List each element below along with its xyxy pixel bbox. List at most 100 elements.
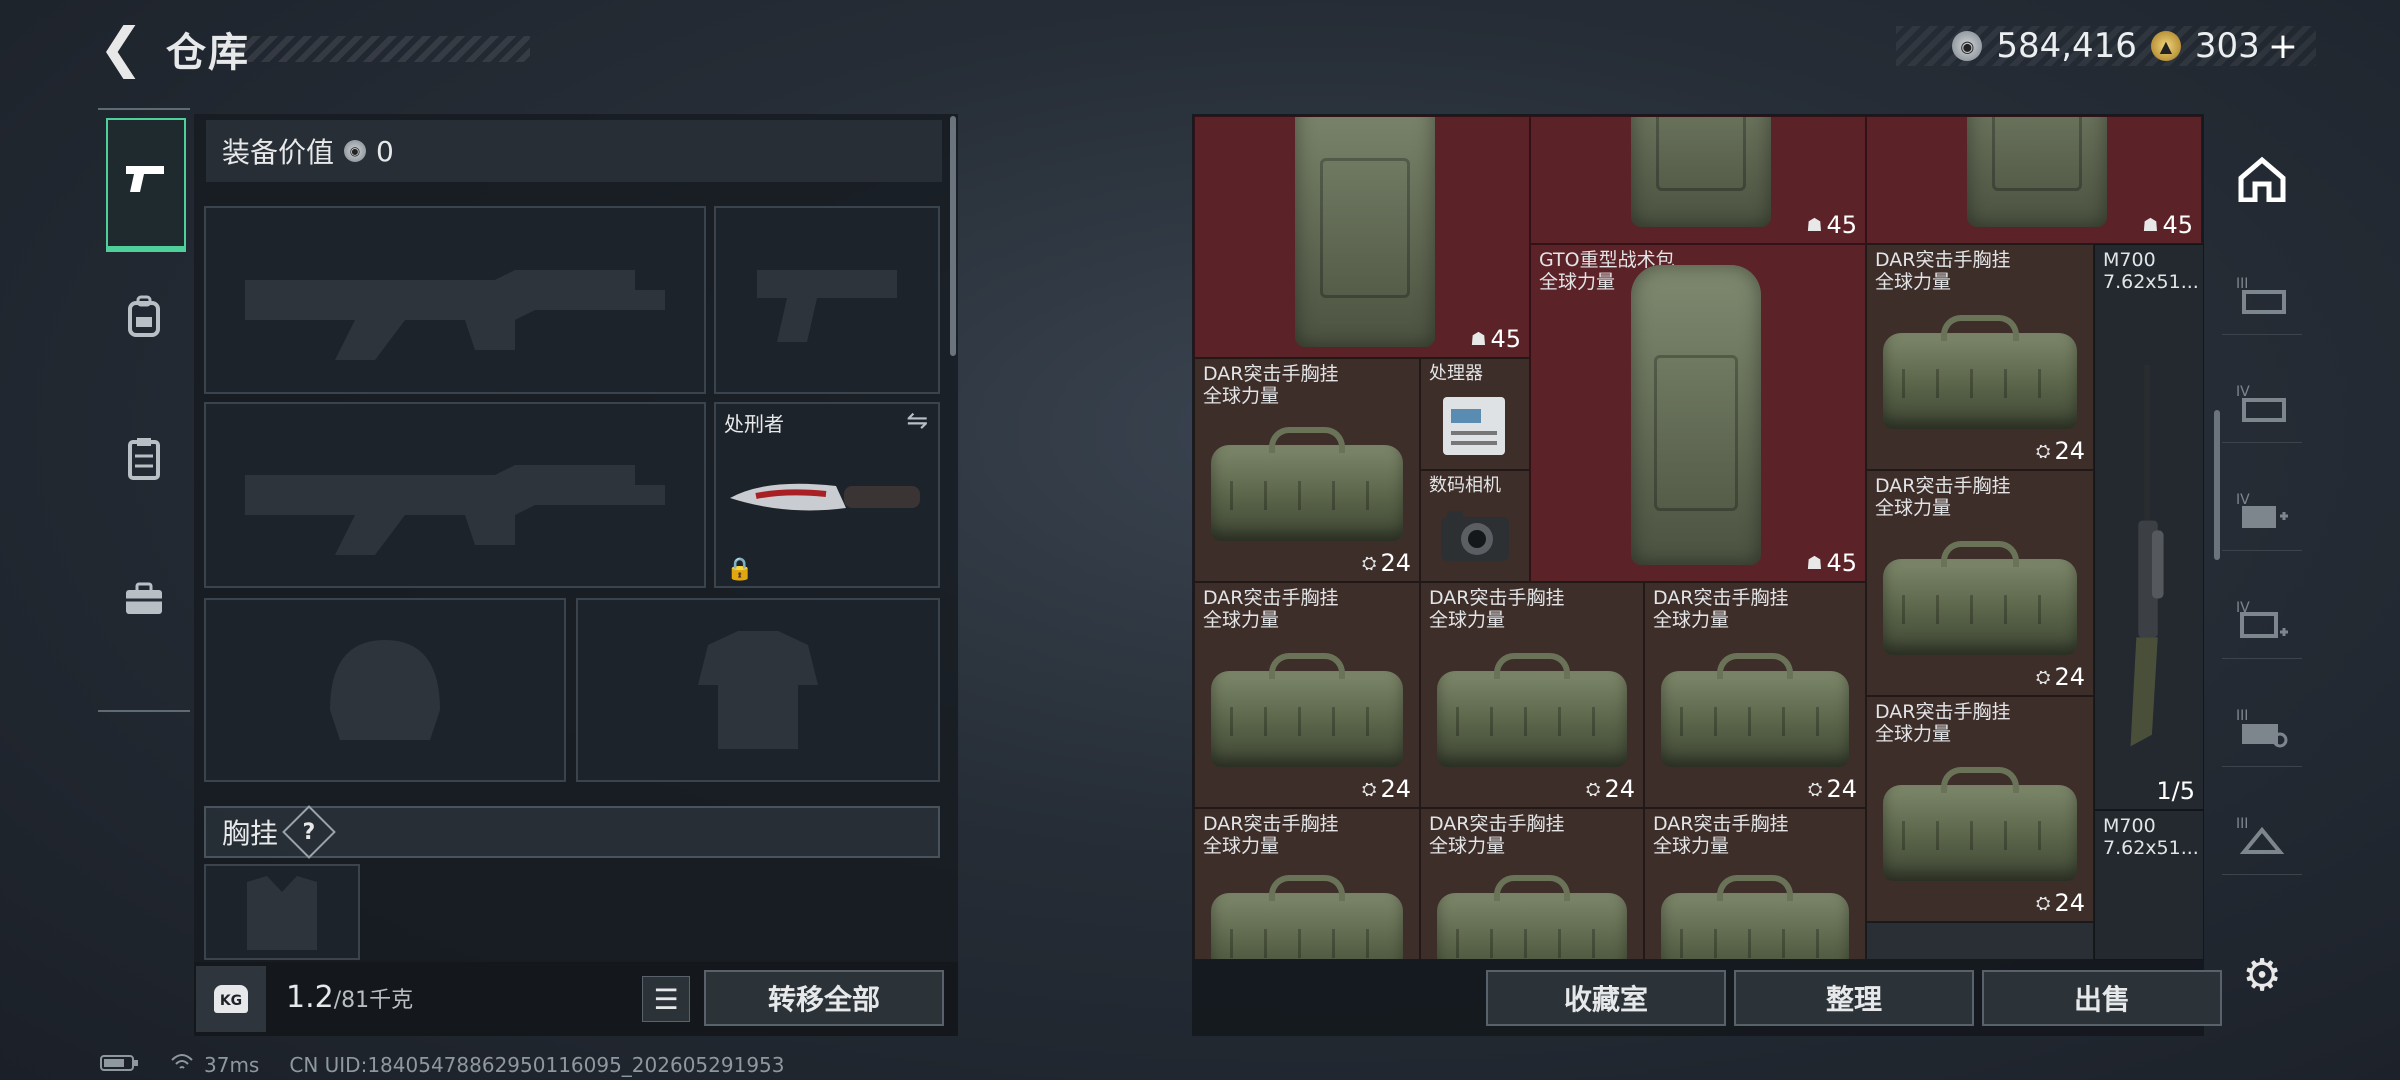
grid-item-chest-rig[interactable]: DAR突击手胸挂 全球力量 ⛭ 24: [1194, 358, 1420, 582]
wifi-icon: [170, 1052, 194, 1077]
grid-item-chest-rig[interactable]: DAR突击手胸挂 全球力量: [1194, 808, 1420, 960]
storage-tab-iv-medical-2-icon[interactable]: IV: [2222, 580, 2302, 659]
chest-rig-image: [1211, 427, 1403, 541]
currency-bar: ◉ 584,416 ▲ 303 +: [1896, 26, 2316, 67]
svg-text:III: III: [2236, 708, 2248, 724]
slots-icon: ⛭: [1586, 778, 1601, 800]
armor-silhouette-icon: [698, 631, 818, 749]
item-name: DAR突击手胸挂: [1653, 587, 1789, 609]
storage-tab-iv-icon[interactable]: IV: [2222, 364, 2302, 443]
grid-item-backpack[interactable]: ☗ 45: [1194, 116, 1530, 358]
chest-rig-header: 胸挂 ?: [204, 805, 940, 859]
grid-item-m700[interactable]: M700 7.62x51...: [2094, 810, 2204, 960]
grid-item-m700[interactable]: M700 7.62x51... 1/5: [2094, 244, 2204, 810]
grid-item-gto-pack[interactable]: GTO重型战术包 全球力量 ☗ 45: [1530, 244, 1866, 582]
chest-rig-image: [1883, 315, 2077, 429]
nav-backpack[interactable]: [106, 258, 182, 384]
grid-item-camera[interactable]: 数码相机: [1420, 470, 1530, 582]
item-subtitle: 全球力量: [1203, 609, 1280, 631]
grid-item-backpack[interactable]: ☗ 45: [1866, 116, 2202, 244]
storage-tab-iii-icon[interactable]: III: [2222, 256, 2302, 335]
sell-button[interactable]: 出售: [1982, 970, 2222, 1026]
storage-tab-iii-tools-icon[interactable]: III: [2222, 688, 2302, 767]
vest-icon: [127, 436, 161, 490]
item-subtitle: 全球力量: [1875, 271, 1952, 293]
backpack-icon: [126, 295, 162, 347]
helmet-silhouette-icon: [330, 640, 440, 740]
chest-rig-image: [1883, 541, 2077, 655]
equipment-value-label: 装备价值: [222, 136, 335, 169]
melee-slot[interactable]: 处刑者 ⇋ 🔒: [714, 402, 940, 588]
item-name: DAR突击手胸挂: [1875, 249, 2011, 271]
storage-scrollbar[interactable]: [2214, 410, 2220, 560]
silver-coin-icon: ◉: [344, 140, 367, 162]
equipment-value: 0: [376, 134, 394, 168]
nav-weapons[interactable]: [106, 118, 186, 252]
grid-item-processor[interactable]: 处理器: [1420, 358, 1530, 470]
grid-item-chest-rig[interactable]: DAR突击手胸挂 全球力量: [1644, 808, 1866, 960]
equipment-scrollbar[interactable]: [950, 116, 956, 356]
slots-icon: ⛭: [1362, 778, 1377, 800]
collection-room-button[interactable]: 收藏室: [1486, 970, 1726, 1026]
rifle-silhouette-icon: [245, 270, 665, 360]
lock-icon: 🔒: [726, 557, 754, 582]
grid-item-chest-rig[interactable]: DAR突击手胸挂 全球力量: [1420, 808, 1644, 960]
item-name: M700: [2103, 249, 2156, 271]
item-name: DAR突击手胸挂: [1653, 813, 1789, 835]
nav-case[interactable]: [106, 540, 182, 666]
weight-max: /81千克: [333, 988, 414, 1013]
backpack-image: [1295, 117, 1435, 347]
armor-slot[interactable]: [576, 598, 940, 782]
secondary-weapon-slot[interactable]: [204, 402, 706, 588]
knife-icon: [730, 483, 920, 511]
storage-home-icon[interactable]: [2222, 140, 2302, 218]
transfer-all-button[interactable]: 转移全部: [704, 970, 944, 1026]
slots-icon: ⛭: [2036, 892, 2051, 914]
sniper-rifle-image: [2130, 365, 2164, 747]
title-decoration: [236, 36, 530, 62]
helmet-slot[interactable]: [204, 598, 566, 782]
organize-button[interactable]: 整理: [1734, 970, 1974, 1026]
item-caliber: 7.62x51...: [2103, 271, 2199, 293]
item-name: DAR突击手胸挂: [1429, 587, 1565, 609]
grid-item-chest-rig[interactable]: DAR突击手胸挂 全球力量 ⛭ 24: [1866, 244, 2094, 470]
weight-icon: KG: [196, 966, 266, 1032]
help-icon[interactable]: ?: [282, 805, 336, 859]
svg-text:III: III: [2236, 816, 2248, 832]
weight-current: 1.2: [286, 980, 334, 1015]
item-count: ⛭ 24: [1586, 775, 1635, 803]
slots-icon: ⛭: [1362, 552, 1377, 574]
grid-item-chest-rig[interactable]: DAR突击手胸挂 全球力量 ⛭ 24: [1420, 582, 1644, 808]
slots-icon: ⛭: [1808, 778, 1823, 800]
grid-item-chest-rig[interactable]: DAR突击手胸挂 全球力量 ⛭ 24: [1644, 582, 1866, 808]
grid-item-backpack[interactable]: ☗ 45: [1530, 116, 1866, 244]
melee-name: 处刑者: [724, 412, 784, 436]
add-currency-button[interactable]: +: [2268, 26, 2298, 67]
gold-amount: 303: [2194, 26, 2260, 66]
storage-tab-iv-medical-icon[interactable]: IV: [2222, 472, 2302, 551]
camera-image: [1441, 511, 1509, 561]
item-name: DAR突击手胸挂: [1203, 363, 1339, 385]
item-name: DAR突击手胸挂: [1429, 813, 1565, 835]
primary-weapon-slot[interactable]: [204, 206, 706, 394]
nav-vest[interactable]: [106, 400, 182, 526]
chest-rig-image: [1211, 875, 1403, 959]
grid-item-chest-rig[interactable]: DAR突击手胸挂 全球力量 ⛭ 24: [1866, 696, 2094, 922]
item-count: ⛭ 24: [2036, 437, 2085, 465]
item-count: ⛭ 24: [2036, 889, 2085, 917]
chest-rig-slot[interactable]: [204, 864, 360, 960]
swap-icon[interactable]: ⇋: [906, 406, 928, 436]
storage-tab-iii-misc-icon[interactable]: III: [2222, 796, 2302, 875]
pistol-silhouette-icon: [757, 270, 897, 342]
pistol-slot[interactable]: [714, 206, 940, 394]
grid-empty-cell[interactable]: [1866, 922, 2094, 960]
backpack-image: [1631, 117, 1771, 227]
item-count: ☗ 45: [1806, 211, 1857, 239]
grid-item-chest-rig[interactable]: DAR突击手胸挂 全球力量 ⛭ 24: [1866, 470, 2094, 696]
back-arrow-icon[interactable]: ❮: [96, 16, 146, 79]
settings-gear-icon[interactable]: ⚙: [2222, 936, 2302, 1014]
grid-item-chest-rig[interactable]: DAR突击手胸挂 全球力量 ⛭ 24: [1194, 582, 1420, 808]
chest-rig-image: [1883, 767, 2077, 881]
item-name: DAR突击手胸挂: [1875, 701, 2011, 723]
list-view-button[interactable]: ☰: [642, 976, 690, 1022]
